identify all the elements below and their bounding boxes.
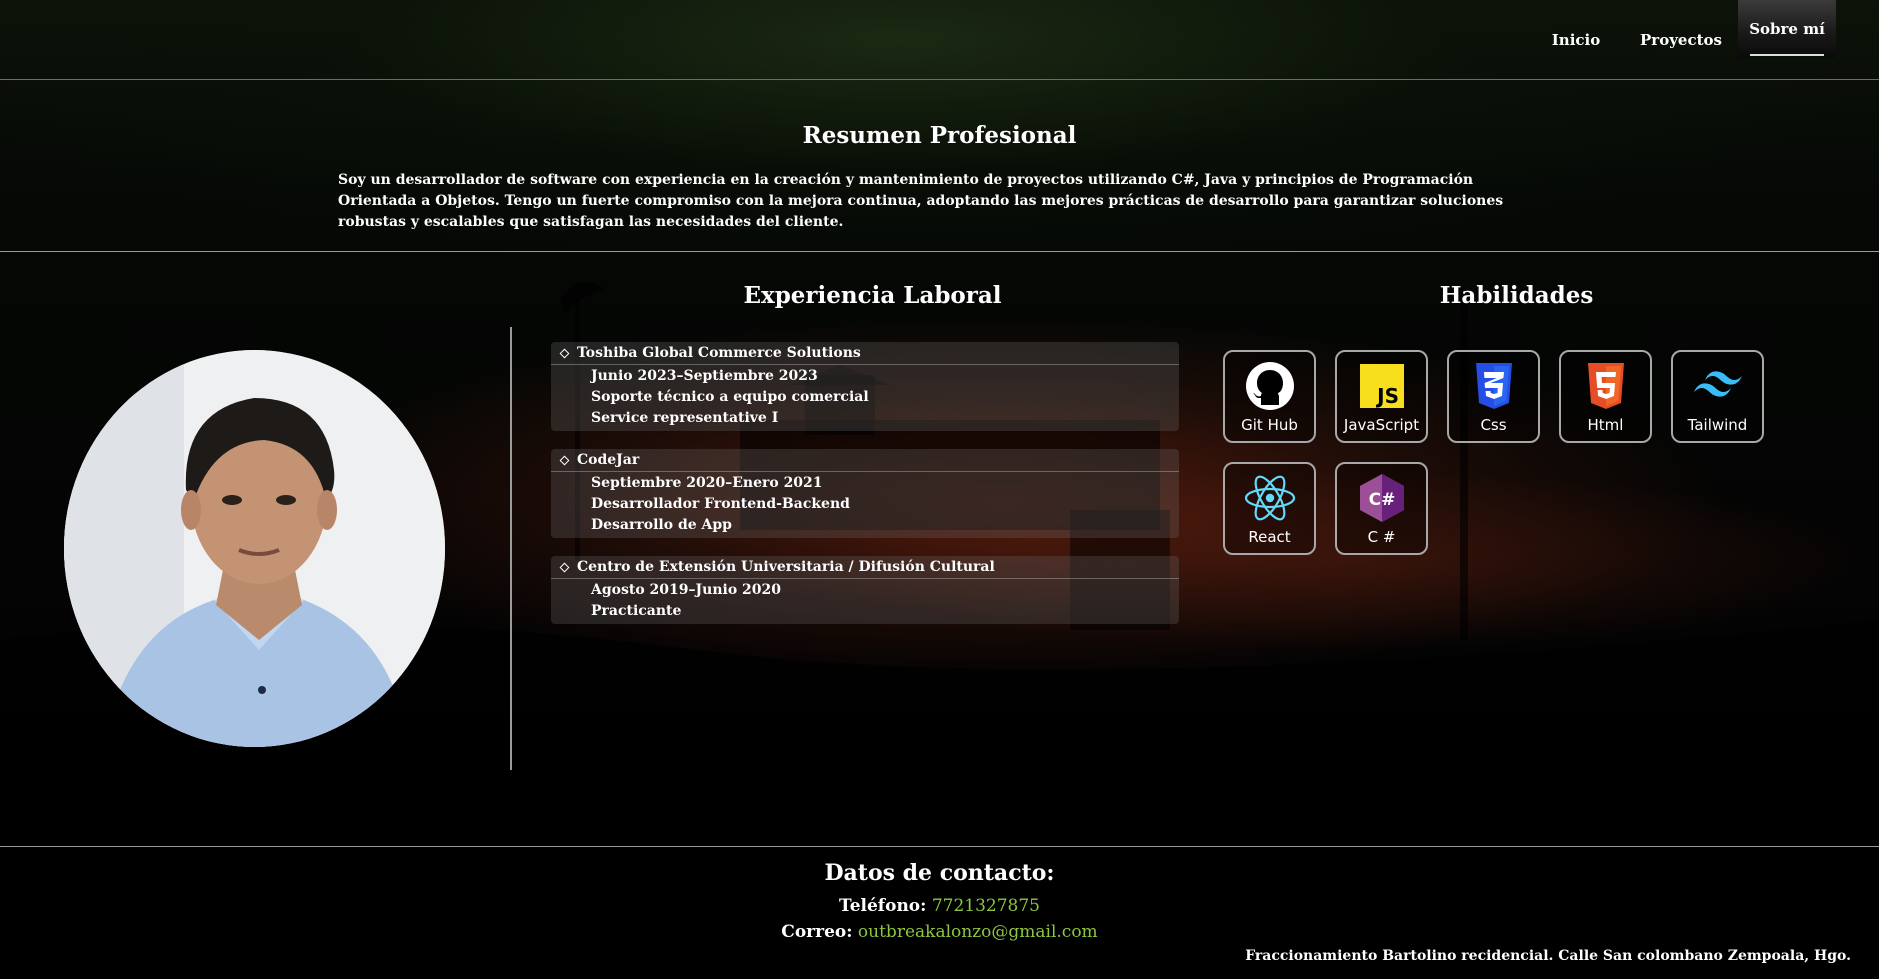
job-period: Agosto 2019–Junio 2020 <box>591 582 781 598</box>
skill-card-css[interactable]: Css <box>1447 350 1540 443</box>
habilidades-title: Habilidades <box>1439 282 1594 309</box>
job-company: CodeJar <box>577 452 640 468</box>
job-period: Septiembre 2020–Enero 2021 <box>591 475 823 491</box>
skill-label: Tailwind <box>1687 416 1748 434</box>
css3-icon <box>1475 363 1512 409</box>
nav-link-inicio[interactable]: Inicio <box>1540 0 1612 79</box>
tailwind-icon <box>1693 371 1742 397</box>
job-role: Service representative I <box>591 410 779 426</box>
skill-card-tailwind[interactable]: Tailwind <box>1671 350 1764 443</box>
job-header: CodeJar <box>551 449 1179 472</box>
job-company: Centro de Extensión Universitaria / Difu… <box>577 559 995 575</box>
skill-card-html[interactable]: Html <box>1559 350 1652 443</box>
job-card-centro-extension: Centro de Extensión Universitaria / Difu… <box>551 556 1179 624</box>
svg-text:JS: JS <box>1375 384 1399 408</box>
diamond-bullet-icon <box>559 455 570 465</box>
job-company: Toshiba Global Commerce Solutions <box>577 345 861 361</box>
diamond-bullet-icon <box>559 348 570 358</box>
skill-label: React <box>1248 528 1291 546</box>
profile-photo <box>64 350 445 747</box>
skill-label: JavaScript <box>1343 416 1420 434</box>
phone-label: Teléfono: <box>839 896 927 916</box>
html5-icon <box>1587 363 1624 409</box>
nav-link-proyectos[interactable]: Proyectos <box>1640 0 1722 79</box>
job-card-codejar: CodeJar Septiembre 2020–Enero 2021 Desar… <box>551 449 1179 538</box>
profile-photo-image <box>64 350 445 747</box>
job-role: Desarrollo de App <box>591 517 732 533</box>
job-card-toshiba: Toshiba Global Commerce Solutions Junio … <box>551 342 1179 431</box>
vertical-divider <box>510 327 512 770</box>
skill-card-react[interactable]: React <box>1223 462 1316 555</box>
diamond-bullet-icon <box>559 562 570 572</box>
resumen-text: Soy un desarrollador de software con exp… <box>338 172 1504 230</box>
skill-card-javascript[interactable]: JS JavaScript <box>1335 350 1428 443</box>
javascript-icon: JS <box>1359 364 1404 408</box>
skill-label: Css <box>1480 416 1507 434</box>
active-tab-underline <box>1750 54 1824 56</box>
job-role: Soporte técnico a equipo comercial <box>591 389 869 405</box>
github-icon <box>1245 362 1294 410</box>
skill-label: Git Hub <box>1241 416 1298 434</box>
skill-label: C # <box>1367 528 1396 546</box>
address-text: Fraccionamiento Bartolino recidencial. C… <box>1245 948 1851 964</box>
footer-divider <box>0 846 1879 847</box>
job-role: Practicante <box>591 603 682 619</box>
contact-email-row: Correo: outbreakalonzo@gmail.com <box>0 922 1879 942</box>
nav-link-sobre-mi[interactable]: Sobre mí <box>1738 0 1836 58</box>
job-role: Desarrollador Frontend-Backend <box>591 496 850 512</box>
email-label: Correo: <box>781 922 853 942</box>
contact-phone-row: Teléfono: 7721327875 <box>0 896 1879 916</box>
skill-card-csharp[interactable]: C# C # <box>1335 462 1428 555</box>
skill-label: Html <box>1587 416 1624 434</box>
react-icon <box>1244 475 1295 521</box>
email-link[interactable]: outbreakalonzo@gmail.com <box>858 922 1098 942</box>
job-header: Toshiba Global Commerce Solutions <box>551 342 1179 365</box>
phone-link[interactable]: 7721327875 <box>932 896 1040 916</box>
csharp-icon: C# <box>1359 474 1404 522</box>
nav-link-sobre-mi-label: Sobre mí <box>1749 20 1825 38</box>
top-navbar: Inicio Proyectos Sobre mí <box>0 0 1879 80</box>
svg-text:C#: C# <box>1368 490 1395 510</box>
job-period: Junio 2023–Septiembre 2023 <box>591 368 818 384</box>
section-divider <box>0 251 1879 252</box>
job-header: Centro de Extensión Universitaria / Difu… <box>551 556 1179 579</box>
skill-card-github[interactable]: Git Hub <box>1223 350 1316 443</box>
resumen-title: Resumen Profesional <box>802 122 1077 149</box>
contact-title: Datos de contacto: <box>824 860 1055 886</box>
experiencia-title: Experiencia Laboral <box>743 282 1002 309</box>
page: Inicio Proyectos Sobre mí Resumen Profes… <box>0 0 1879 979</box>
